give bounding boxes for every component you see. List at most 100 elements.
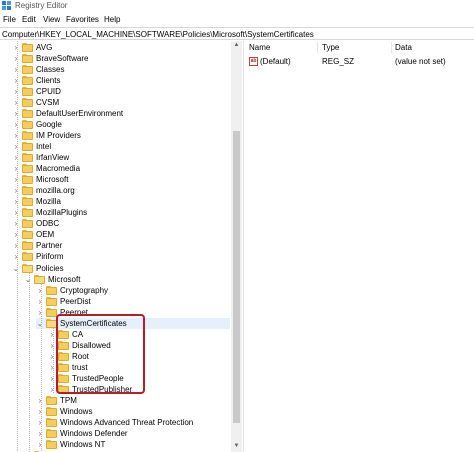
menu-help[interactable]: Help bbox=[104, 15, 120, 24]
highlight-annotation bbox=[56, 314, 145, 394]
tree-item[interactable]: › Piriform bbox=[12, 251, 230, 262]
chevron-down-icon[interactable]: ⌄ bbox=[24, 274, 32, 285]
tree-item[interactable]: › Windows Advanced Threat Protection bbox=[36, 417, 230, 428]
chevron-right-icon[interactable]: › bbox=[12, 42, 20, 53]
tree-item[interactable]: › Google bbox=[12, 119, 230, 130]
chevron-right-icon[interactable]: › bbox=[48, 340, 56, 351]
tree-item[interactable]: › BraveSoftware bbox=[12, 53, 230, 64]
chevron-right-icon[interactable]: › bbox=[12, 141, 20, 152]
chevron-right-icon[interactable]: › bbox=[36, 417, 44, 428]
values-list[interactable]: Name Type Data ab (Default) REG_SZ (valu… bbox=[245, 41, 474, 452]
value-type[interactable]: REG_SZ bbox=[322, 56, 354, 67]
column-name[interactable]: Name bbox=[249, 43, 270, 52]
tree-item[interactable]: › Classes bbox=[12, 64, 230, 75]
chevron-right-icon[interactable]: › bbox=[12, 207, 20, 218]
folder-icon bbox=[22, 208, 33, 218]
tree-item[interactable]: › Windows NT bbox=[36, 439, 230, 450]
tree-item[interactable]: › AVG bbox=[12, 42, 230, 53]
tree-item[interactable]: ⌄ Policies bbox=[12, 263, 230, 274]
chevron-right-icon[interactable]: › bbox=[36, 406, 44, 417]
chevron-right-icon[interactable]: › bbox=[12, 185, 20, 196]
address-bar[interactable]: Computer\HKEY_LOCAL_MACHINE\SOFTWARE\Pol… bbox=[0, 27, 474, 40]
tree-guide-line bbox=[41, 283, 42, 452]
chevron-right-icon[interactable]: › bbox=[12, 240, 20, 251]
tree-item[interactable]: › ODBC bbox=[12, 218, 230, 229]
chevron-right-icon[interactable]: › bbox=[12, 108, 20, 119]
tree-item[interactable]: › Intel bbox=[12, 141, 230, 152]
chevron-right-icon[interactable]: › bbox=[36, 296, 44, 307]
tree-item-label: ODBC bbox=[36, 219, 60, 229]
value-name[interactable]: (Default) bbox=[260, 56, 291, 67]
tree-item-label: Policies bbox=[36, 263, 64, 273]
chevron-right-icon[interactable]: › bbox=[12, 97, 20, 108]
tree-item[interactable]: › Cryptography bbox=[36, 285, 230, 296]
tree-item[interactable]: › Windows Defender bbox=[36, 428, 230, 439]
chevron-right-icon[interactable]: › bbox=[36, 439, 44, 450]
title-bar: Registry Editor bbox=[0, 0, 474, 12]
tree-item[interactable]: ⌄ Microsoft bbox=[24, 274, 230, 285]
folder-icon bbox=[22, 64, 33, 74]
chevron-right-icon[interactable]: › bbox=[12, 229, 20, 240]
tree-item[interactable]: › CVSM bbox=[12, 97, 230, 108]
scroll-thumb[interactable] bbox=[233, 131, 240, 423]
tree-item[interactable]: › CPUID bbox=[12, 86, 230, 97]
tree-item[interactable]: › mozilla.org bbox=[12, 185, 230, 196]
chevron-right-icon[interactable]: › bbox=[12, 174, 20, 185]
tree-item[interactable]: › PeerDist bbox=[36, 296, 230, 307]
chevron-right-icon[interactable]: › bbox=[12, 196, 20, 207]
chevron-right-icon[interactable]: › bbox=[12, 218, 20, 229]
tree-item[interactable]: › Clients bbox=[12, 75, 230, 86]
chevron-down-icon[interactable]: ⌄ bbox=[12, 263, 20, 274]
tree-item[interactable]: › MozillaPlugins bbox=[12, 207, 230, 218]
chevron-right-icon[interactable]: › bbox=[48, 329, 56, 340]
tree-item[interactable]: › Macromedia bbox=[12, 163, 230, 174]
chevron-right-icon[interactable]: › bbox=[36, 307, 44, 318]
chevron-right-icon[interactable]: › bbox=[36, 428, 44, 439]
tree-item[interactable]: › Windows bbox=[36, 406, 230, 417]
chevron-right-icon[interactable]: › bbox=[12, 152, 20, 163]
menu-file[interactable]: File bbox=[3, 15, 16, 24]
tree-item[interactable]: › Microsoft bbox=[12, 174, 230, 185]
tree-item[interactable]: › OEM bbox=[12, 229, 230, 240]
tree-item-label: Cryptography bbox=[60, 285, 109, 295]
tree-item[interactable]: › TPM bbox=[36, 395, 230, 406]
chevron-down-icon[interactable]: ⌄ bbox=[36, 318, 44, 329]
chevron-right-icon[interactable]: › bbox=[12, 86, 20, 97]
chevron-right-icon[interactable]: › bbox=[12, 75, 20, 86]
folder-icon bbox=[46, 396, 57, 406]
address-path[interactable]: Computer\HKEY_LOCAL_MACHINE\SOFTWARE\Pol… bbox=[2, 30, 314, 39]
menu-favorites[interactable]: Favorites bbox=[66, 15, 99, 24]
chevron-right-icon[interactable]: › bbox=[48, 384, 56, 395]
pane-splitter[interactable] bbox=[243, 41, 244, 452]
chevron-right-icon[interactable]: › bbox=[12, 130, 20, 141]
folder-icon bbox=[46, 307, 57, 317]
chevron-right-icon[interactable]: › bbox=[36, 395, 44, 406]
ab-string-icon: ab bbox=[249, 57, 258, 66]
column-divider[interactable] bbox=[317, 42, 318, 53]
chevron-right-icon[interactable]: › bbox=[12, 64, 20, 75]
chevron-right-icon[interactable]: › bbox=[48, 373, 56, 384]
chevron-right-icon[interactable]: › bbox=[48, 351, 56, 362]
menu-view[interactable]: View bbox=[43, 15, 60, 24]
chevron-right-icon[interactable]: › bbox=[48, 362, 56, 373]
menu-edit[interactable]: Edit bbox=[22, 15, 36, 24]
tree-item[interactable]: › Mozilla bbox=[12, 196, 230, 207]
tree-scrollbar[interactable]: ▲ ▼ bbox=[231, 41, 242, 452]
tree-item[interactable]: › DefaultUserEnvironment bbox=[12, 108, 230, 119]
chevron-right-icon[interactable]: › bbox=[12, 163, 20, 174]
column-data[interactable]: Data bbox=[395, 43, 412, 52]
tree-item[interactable]: › IrfanView bbox=[12, 152, 230, 163]
value-data[interactable]: (value not set) bbox=[395, 56, 446, 67]
chevron-right-icon[interactable]: › bbox=[12, 53, 20, 64]
chevron-right-icon[interactable]: › bbox=[12, 119, 20, 130]
chevron-right-icon[interactable]: › bbox=[12, 251, 20, 262]
column-divider[interactable] bbox=[391, 42, 392, 53]
column-type[interactable]: Type bbox=[322, 43, 339, 52]
folder-icon bbox=[46, 440, 57, 450]
scroll-down-icon[interactable]: ▼ bbox=[233, 443, 240, 450]
chevron-right-icon[interactable]: › bbox=[36, 285, 44, 296]
tree-item[interactable]: › Partner bbox=[12, 240, 230, 251]
scroll-up-icon[interactable]: ▲ bbox=[233, 42, 240, 49]
menu-bar: File Edit View Favorites Help bbox=[0, 14, 474, 26]
tree-item[interactable]: › IM Providers bbox=[12, 130, 230, 141]
